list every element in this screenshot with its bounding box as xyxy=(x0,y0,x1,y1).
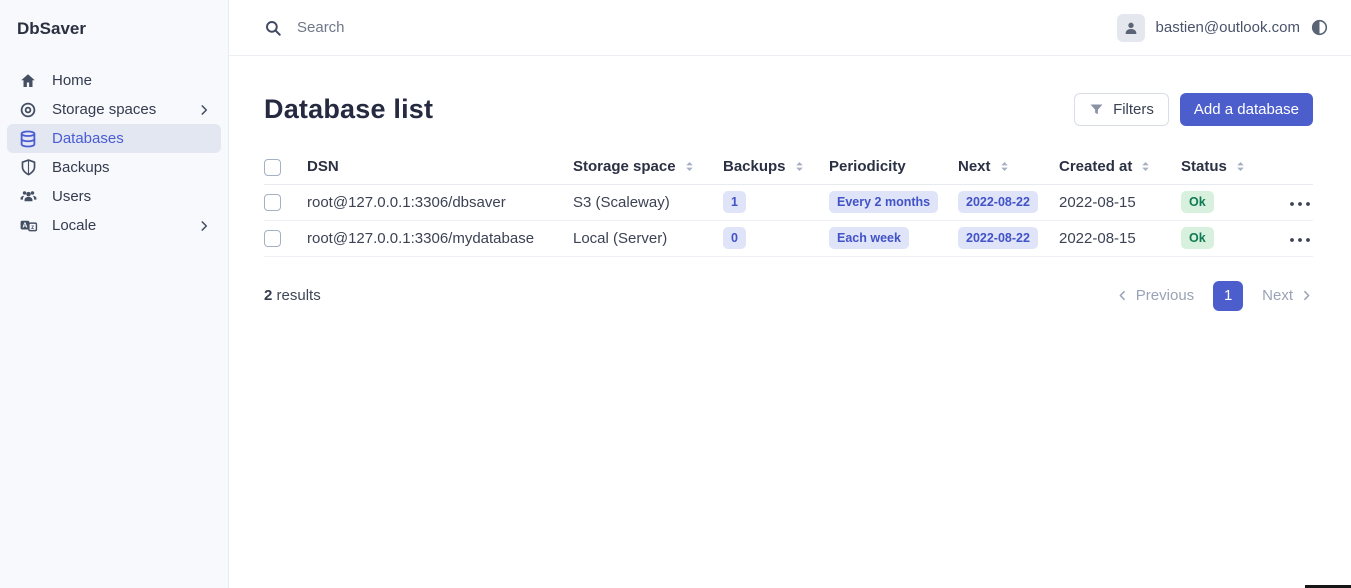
row-actions-menu[interactable] xyxy=(1287,233,1313,247)
add-database-button[interactable]: Add a database xyxy=(1180,93,1313,126)
sidebar-item-label: Storage spaces xyxy=(52,101,156,118)
sort-icon[interactable] xyxy=(793,160,806,173)
user-menu[interactable]: bastien@outlook.com xyxy=(1117,14,1300,42)
sidebar-item-label: Home xyxy=(52,72,92,89)
status-badge: Ok xyxy=(1181,191,1214,214)
page-header: Database list Filters Add a database xyxy=(229,56,1351,150)
cell-storage-space: Local (Server) xyxy=(573,220,723,256)
sidebar-nav: Home Storage spaces Databases Backups xyxy=(0,66,228,240)
translate-icon: Az xyxy=(17,216,39,235)
periodicity-badge: Every 2 months xyxy=(829,191,938,214)
shield-icon xyxy=(17,159,39,176)
pagination-page-1[interactable]: 1 xyxy=(1213,281,1243,311)
next-date-badge: 2022-08-22 xyxy=(958,227,1038,250)
theme-toggle-icon[interactable] xyxy=(1310,18,1329,37)
sort-icon[interactable] xyxy=(1139,160,1152,173)
pagination: Previous 1 Next xyxy=(1116,281,1313,311)
chevron-right-icon xyxy=(197,103,211,117)
results-count: 2 results xyxy=(264,287,321,304)
row-checkbox[interactable] xyxy=(264,194,281,211)
cell-created-at: 2022-08-15 xyxy=(1059,184,1181,220)
sort-icon[interactable] xyxy=(683,160,696,173)
svg-text:A: A xyxy=(22,222,27,230)
table-row: root@127.0.0.1:3306/mydatabase Local (Se… xyxy=(264,220,1313,256)
svg-text:z: z xyxy=(31,225,34,231)
sidebar-item-users[interactable]: Users xyxy=(7,182,221,211)
column-header-backups[interactable]: Backups xyxy=(723,150,829,184)
next-date-badge: 2022-08-22 xyxy=(958,191,1038,214)
chevron-right-icon xyxy=(197,219,211,233)
cell-dsn: root@127.0.0.1:3306/dbsaver xyxy=(307,184,573,220)
column-header-status[interactable]: Status xyxy=(1181,150,1283,184)
filter-icon xyxy=(1089,102,1104,117)
target-icon xyxy=(17,101,39,119)
list-footer: 2 results Previous 1 Next xyxy=(229,257,1351,311)
sort-icon[interactable] xyxy=(998,160,1011,173)
column-header-dsn: DSN xyxy=(307,150,573,184)
filters-button-label: Filters xyxy=(1113,101,1154,118)
app-logo: DbSaver xyxy=(0,0,228,39)
home-icon xyxy=(17,72,39,90)
search-input[interactable] xyxy=(295,18,715,37)
sidebar-item-label: Backups xyxy=(52,159,110,176)
row-actions-menu[interactable] xyxy=(1287,197,1313,211)
sidebar-item-label: Users xyxy=(52,188,91,205)
database-table: DSN Storage space Backups Periodicity xyxy=(229,150,1351,257)
topbar: bastien@outlook.com xyxy=(229,0,1351,56)
pagination-previous[interactable]: Previous xyxy=(1116,287,1194,304)
sidebar-item-home[interactable]: Home xyxy=(7,66,221,95)
cell-created-at: 2022-08-15 xyxy=(1059,220,1181,256)
select-all-checkbox[interactable] xyxy=(264,159,281,176)
backups-count-badge: 0 xyxy=(723,227,746,250)
sidebar-item-storage-spaces[interactable]: Storage spaces xyxy=(7,95,221,124)
search-bar xyxy=(264,18,1117,37)
cell-dsn: root@127.0.0.1:3306/mydatabase xyxy=(307,220,573,256)
database-icon xyxy=(17,130,39,148)
sidebar-item-databases[interactable]: Databases xyxy=(7,124,221,153)
table-header-row: DSN Storage space Backups Periodicity xyxy=(264,150,1313,184)
page-title: Database list xyxy=(264,94,433,125)
filters-button[interactable]: Filters xyxy=(1074,93,1169,126)
sort-icon[interactable] xyxy=(1234,160,1247,173)
sidebar-item-label: Databases xyxy=(52,130,124,147)
column-header-next[interactable]: Next xyxy=(958,150,1059,184)
sidebar: DbSaver Home Storage spaces Databases xyxy=(0,0,229,588)
add-database-button-label: Add a database xyxy=(1194,101,1299,118)
column-header-storage-space[interactable]: Storage space xyxy=(573,150,723,184)
column-header-periodicity: Periodicity xyxy=(829,150,958,184)
periodicity-badge: Each week xyxy=(829,227,909,250)
status-badge: Ok xyxy=(1181,227,1214,250)
sidebar-item-backups[interactable]: Backups xyxy=(7,153,221,182)
table-row: root@127.0.0.1:3306/dbsaver S3 (Scaleway… xyxy=(264,184,1313,220)
chevron-left-icon xyxy=(1116,289,1129,302)
chevron-right-icon xyxy=(1300,289,1313,302)
users-icon xyxy=(17,187,39,206)
sidebar-item-label: Locale xyxy=(52,217,96,234)
main-content: Database list Filters Add a database xyxy=(229,56,1351,311)
sidebar-item-locale[interactable]: Az Locale xyxy=(7,211,221,240)
avatar[interactable] xyxy=(1117,14,1145,42)
user-email: bastien@outlook.com xyxy=(1156,19,1300,36)
cell-storage-space: S3 (Scaleway) xyxy=(573,184,723,220)
search-icon xyxy=(264,19,282,37)
page-actions: Filters Add a database xyxy=(1074,93,1313,126)
pagination-next[interactable]: Next xyxy=(1262,287,1313,304)
row-checkbox[interactable] xyxy=(264,230,281,247)
column-header-created-at[interactable]: Created at xyxy=(1059,150,1181,184)
backups-count-badge: 1 xyxy=(723,191,746,214)
